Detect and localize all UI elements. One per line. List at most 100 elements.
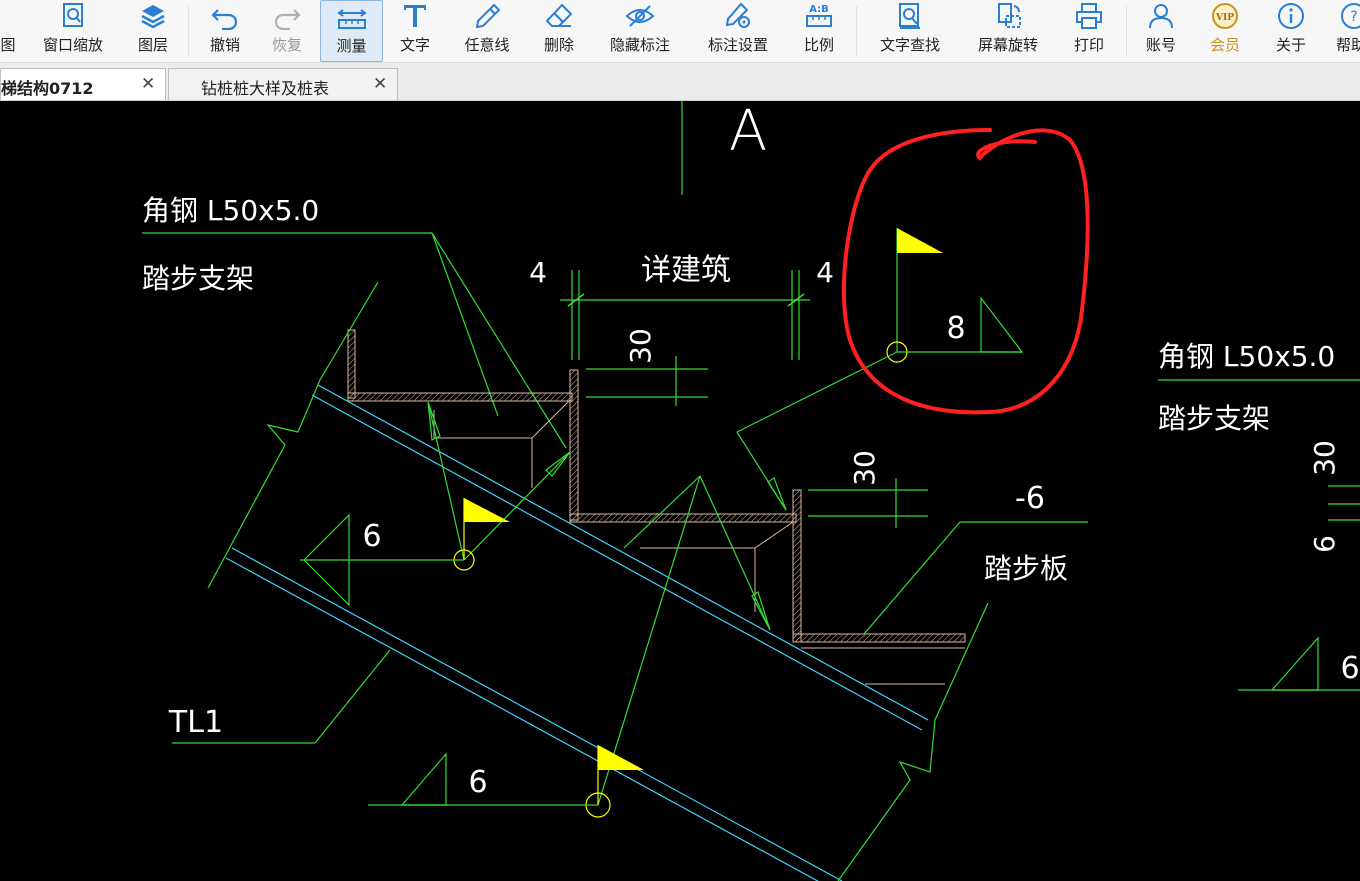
axis-label: A bbox=[729, 101, 767, 164]
toolbar-account-button[interactable]: 账号 bbox=[1138, 0, 1184, 62]
toolbar-drawing-button[interactable]: 图 bbox=[0, 0, 16, 62]
scale-badge: A:B bbox=[809, 4, 829, 15]
toolbar-redo-button[interactable]: 恢复 bbox=[262, 0, 312, 62]
toolbar-separator bbox=[1126, 6, 1127, 56]
tab-close-icon[interactable]: ✕ bbox=[141, 74, 155, 94]
bracket-left-label: 踏步支架 bbox=[142, 262, 254, 295]
toolbar-text-search-button[interactable]: 文字查找 bbox=[870, 0, 950, 62]
drawing-canvas[interactable]: A 角钢 L50x5.0 踏步支架 4 详建筑 4 30 6 6 8 30 -6… bbox=[0, 101, 1360, 881]
main-toolbar: 图 窗口缩放 图层 撤销 恢复 测量 文字 任意线 删除 隐藏标注 标注设置 A… bbox=[0, 0, 1360, 63]
plate-thickness-label: -6 bbox=[1015, 481, 1045, 516]
toolbar-measure-button[interactable]: 测量 bbox=[320, 0, 383, 62]
toolbar-text-label: 文字 bbox=[399, 36, 430, 54]
toolbar-text-search-label: 文字查找 bbox=[879, 36, 940, 54]
angle-steel-left-callout: 角钢 L50x5.0 踏步支架 bbox=[142, 194, 567, 449]
dim-6-right-vertical-label: 6 bbox=[1308, 535, 1341, 553]
dim-left-label: 4 bbox=[529, 256, 547, 289]
dim-note-label: 详建筑 bbox=[641, 253, 731, 288]
svg-text:?: ? bbox=[1350, 9, 1357, 25]
toolbar-help-label: 帮助 bbox=[1336, 36, 1360, 54]
bracket-right-label: 踏步支架 bbox=[1158, 402, 1270, 435]
help-icon: ? bbox=[1341, 3, 1360, 29]
toolbar-drawing-label: 图 bbox=[0, 36, 16, 54]
weld-symbol-left: 6 bbox=[300, 401, 571, 607]
zoom-window-icon bbox=[63, 3, 83, 27]
toolbar-scale-label: 比例 bbox=[803, 36, 834, 54]
toolbar-separator bbox=[856, 6, 857, 56]
weld-symbol-bottom: 6 bbox=[368, 475, 771, 818]
toolbar-about-label: 关于 bbox=[1275, 36, 1306, 54]
tab-stair-structure[interactable]: 梯结构0712 ✕ bbox=[0, 68, 166, 100]
undo-icon bbox=[211, 9, 238, 30]
tab-pile-details[interactable]: 钻桩桩大样及桩表 ✕ bbox=[168, 68, 398, 100]
toolbar-layers-button[interactable]: 图层 bbox=[128, 0, 178, 62]
rotate-screen-icon bbox=[998, 3, 1021, 28]
redo-icon bbox=[274, 9, 301, 30]
dim-30-right-label: 30 bbox=[1308, 440, 1341, 476]
weld-6-left-label: 6 bbox=[362, 519, 381, 554]
angle-steel-right-label: 角钢 L50x5.0 bbox=[1158, 340, 1335, 373]
cad-drawing: A 角钢 L50x5.0 踏步支架 4 详建筑 4 30 6 6 8 30 -6… bbox=[142, 101, 1360, 881]
weld-6-right-label: 6 bbox=[1340, 651, 1359, 686]
tread-plate-callout: -6 踏步板 bbox=[863, 481, 1088, 635]
toolbar-zoom-window-button[interactable]: 窗口缩放 bbox=[32, 0, 114, 62]
toolbar-separator bbox=[188, 6, 189, 56]
toolbar-freeline-label: 任意线 bbox=[464, 36, 510, 54]
toolbar-vip-label: 会员 bbox=[1209, 36, 1240, 54]
measure-icon bbox=[336, 9, 367, 29]
eraser-icon bbox=[545, 3, 573, 27]
beam-label: TL1 bbox=[168, 705, 223, 740]
toolbar-print-label: 打印 bbox=[1073, 36, 1104, 54]
toolbar-hide-annotation-label: 隐藏标注 bbox=[609, 36, 670, 54]
toolbar-rotate-screen-button[interactable]: 屏幕旋转 bbox=[968, 0, 1048, 62]
toolbar-account-label: 账号 bbox=[1145, 36, 1176, 54]
pen-icon bbox=[475, 3, 501, 29]
toolbar-delete-label: 删除 bbox=[543, 36, 574, 54]
dim-30-top-label: 30 bbox=[624, 328, 657, 364]
text-search-icon bbox=[899, 3, 920, 29]
angle-steel-left-label: 角钢 L50x5.0 bbox=[142, 194, 319, 227]
text-icon bbox=[404, 5, 426, 27]
right-callout: 角钢 L50x5.0 踏步支架 30 6 6 bbox=[1158, 340, 1360, 691]
toolbar-annotation-settings-label: 标注设置 bbox=[707, 36, 768, 54]
toolbar-annotation-settings-button[interactable]: 标注设置 bbox=[700, 0, 776, 62]
toolbar-undo-button[interactable]: 撤销 bbox=[200, 0, 250, 62]
toolbar-help-button[interactable]: ? 帮助 bbox=[1332, 0, 1360, 62]
info-icon bbox=[1278, 3, 1304, 29]
scale-icon: A:B bbox=[806, 4, 832, 27]
tab-close-icon[interactable]: ✕ bbox=[373, 74, 387, 94]
toolbar-layers-label: 图层 bbox=[137, 36, 168, 54]
toolbar-delete-button[interactable]: 删除 bbox=[534, 0, 584, 62]
document-tab-bar: 梯结构0712 ✕ 钻桩桩大样及桩表 ✕ bbox=[0, 63, 1360, 101]
tab-stair-structure-label: 梯结构0712 bbox=[1, 79, 94, 98]
toolbar-freeline-button[interactable]: 任意线 bbox=[455, 0, 519, 62]
toolbar-undo-label: 撤销 bbox=[209, 36, 240, 54]
dimension-top: 4 详建筑 4 bbox=[529, 253, 834, 360]
toolbar-text-button[interactable]: 文字 bbox=[390, 0, 440, 62]
vip-badge: VIP bbox=[1215, 13, 1234, 23]
toolbar-scale-button[interactable]: A:B 比例 bbox=[796, 0, 842, 62]
dim-30-mid-label: 30 bbox=[848, 450, 881, 486]
weld-8-label: 8 bbox=[946, 311, 965, 346]
toolbar-about-button[interactable]: 关于 bbox=[1268, 0, 1314, 62]
toolbar-hide-annotation-button[interactable]: 隐藏标注 bbox=[602, 0, 678, 62]
toolbar-print-button[interactable]: 打印 bbox=[1066, 0, 1112, 62]
print-icon bbox=[1076, 3, 1102, 29]
annotation-settings-icon bbox=[725, 2, 750, 28]
weld-6-bottom-label: 6 bbox=[468, 765, 487, 800]
tab-pile-details-label: 钻桩桩大样及桩表 bbox=[201, 79, 330, 98]
vip-icon: VIP bbox=[1212, 3, 1238, 29]
layers-icon bbox=[141, 5, 165, 29]
hide-eye-icon bbox=[625, 5, 655, 27]
tl1-callout: TL1 bbox=[168, 649, 391, 744]
tread-plate-label: 踏步板 bbox=[984, 552, 1068, 585]
toolbar-rotate-screen-label: 屏幕旋转 bbox=[977, 36, 1038, 54]
toolbar-vip-button[interactable]: VIP 会员 bbox=[1202, 0, 1248, 62]
red-highlight-circle bbox=[841, 128, 1090, 415]
user-icon bbox=[1149, 4, 1173, 29]
toolbar-redo-label: 恢复 bbox=[271, 36, 302, 54]
steel-bracket bbox=[347, 329, 966, 685]
toolbar-measure-label: 测量 bbox=[336, 37, 367, 55]
toolbar-zoom-window-label: 窗口缩放 bbox=[42, 36, 103, 54]
dim-right-label: 4 bbox=[816, 256, 834, 289]
